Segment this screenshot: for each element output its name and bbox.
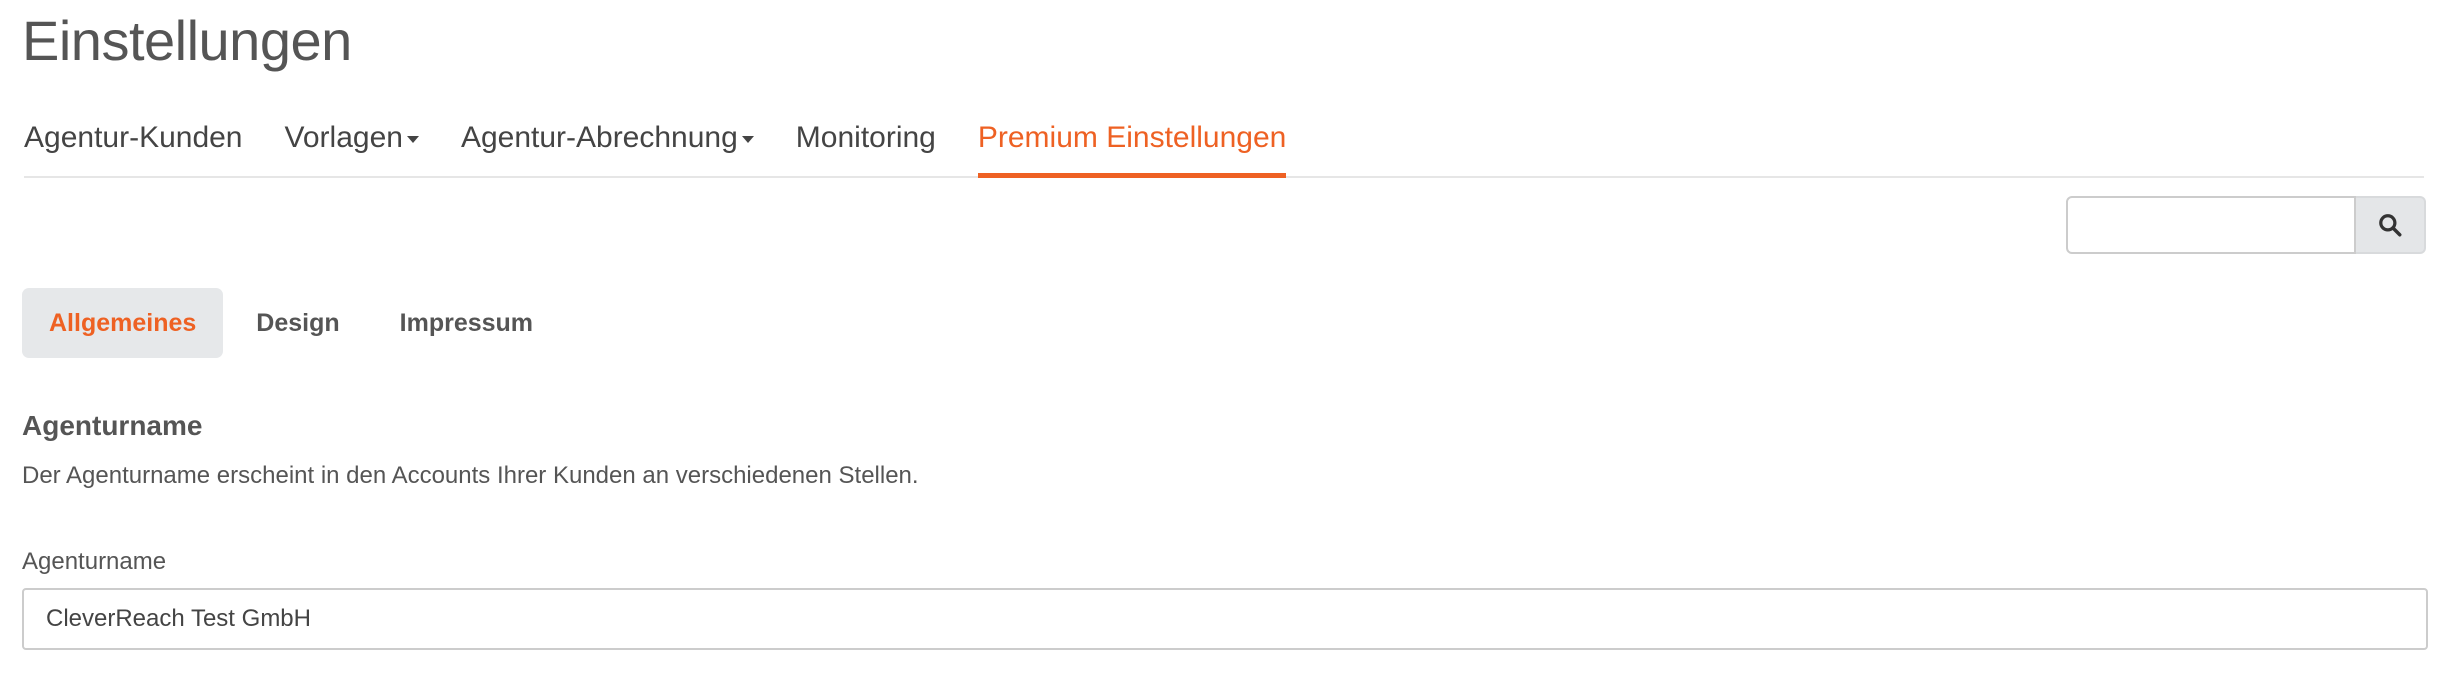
section-description: Der Agenturname erscheint in den Account… xyxy=(22,462,919,489)
tab-vorlagen[interactable]: Vorlagen xyxy=(285,106,419,176)
search-icon xyxy=(2379,214,2402,237)
caret-down-icon xyxy=(406,136,419,143)
tab-agentur-kunden[interactable]: Agentur-Kunden xyxy=(24,106,243,176)
tab-label: Agentur-Kunden xyxy=(24,121,243,154)
main-tab-bar: Agentur-Kunden Vorlagen Agentur-Abrechnu… xyxy=(24,106,2424,178)
tab-monitoring[interactable]: Monitoring xyxy=(796,106,936,176)
caret-down-icon xyxy=(741,136,754,143)
tab-label: Vorlagen xyxy=(284,121,403,154)
section-heading: Agenturname xyxy=(22,410,203,441)
tab-agentur-abrechnung[interactable]: Agentur-Abrechnung xyxy=(461,106,754,176)
subtab-impressum[interactable]: Impressum xyxy=(373,288,560,358)
tab-label: Monitoring xyxy=(795,121,936,154)
search-button[interactable] xyxy=(2356,196,2426,254)
agency-name-label: Agenturname xyxy=(22,548,167,575)
page-title: Einstellungen xyxy=(22,9,352,72)
tab-premium-einstellungen[interactable]: Premium Einstellungen xyxy=(977,106,1287,178)
sub-tab-bar: Allgemeines Design Impressum xyxy=(22,288,566,358)
subtab-allgemeines[interactable]: Allgemeines xyxy=(22,288,224,358)
subtab-design[interactable]: Design xyxy=(229,288,366,358)
tab-label: Agentur-Abrechnung xyxy=(460,121,738,154)
agency-name-input[interactable] xyxy=(22,588,2428,650)
tab-label: Premium Einstellungen xyxy=(977,121,1287,154)
search-group xyxy=(2066,196,2426,254)
search-input[interactable] xyxy=(2066,196,2356,254)
